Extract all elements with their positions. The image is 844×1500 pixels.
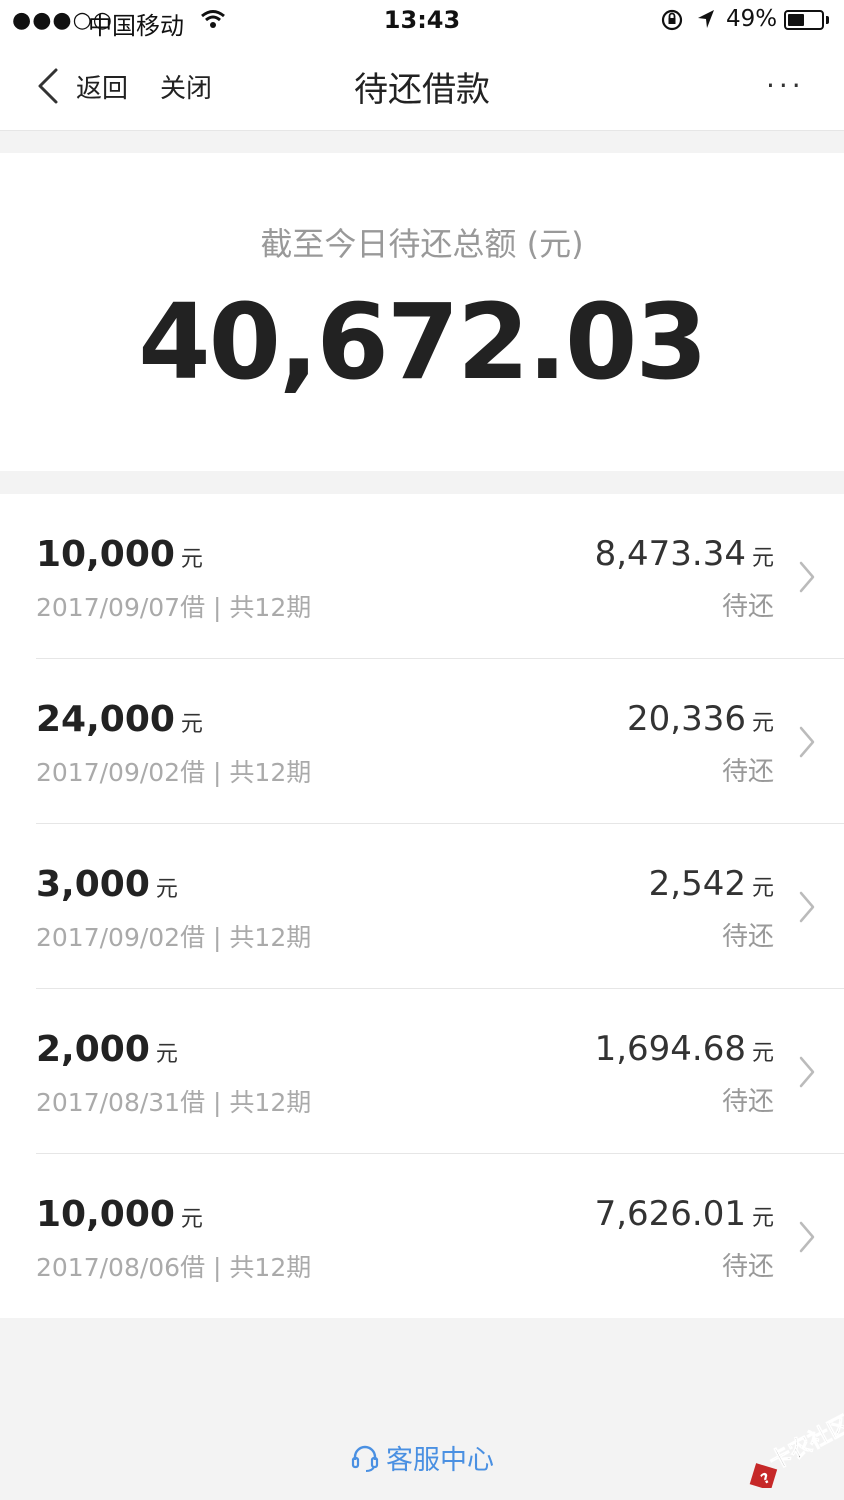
chevron-right-icon [798, 1220, 816, 1258]
loan-date-term: 2017/09/07借 | 共12期 [36, 593, 312, 622]
battery-percent: 49% [726, 6, 778, 32]
loan-amount: 10,000 元 [36, 1194, 203, 1235]
navigation-bar: 返回 关闭 待还借款 ··· [0, 44, 844, 131]
more-options-button[interactable]: ··· [766, 72, 805, 100]
currency-unit: 元 [751, 546, 774, 571]
loan-item[interactable]: 2,000 元 2017/08/31借 | 共12期 1,694.68 元 待还 [0, 989, 844, 1154]
loan-item[interactable]: 10,000 元 2017/08/06借 | 共12期 7,626.01 元 待还 [0, 1154, 844, 1319]
watermark-logo: ? 卡农社区 [736, 1408, 844, 1491]
currency-unit: 元 [180, 547, 203, 572]
chevron-right-icon [798, 1055, 816, 1093]
loan-amount: 3,000 元 [36, 864, 178, 905]
loan-item[interactable]: 24,000 元 2017/09/02借 | 共12期 20,336 元 待还 [0, 659, 844, 824]
repayment-status: 待还 [721, 757, 774, 787]
chevron-right-icon [798, 890, 816, 928]
currency-unit: 元 [155, 1042, 178, 1067]
currency-unit: 元 [751, 1041, 774, 1066]
headset-icon [350, 1444, 380, 1479]
clock: 13:43 [383, 6, 461, 34]
chevron-right-icon [798, 725, 816, 763]
loan-item[interactable]: 3,000 元 2017/09/02借 | 共12期 2,542 元 待还 [0, 824, 844, 989]
total-label: 截至今日待还总额 (元) [260, 225, 584, 263]
loan-item[interactable]: 10,000 元 2017/09/07借 | 共12期 8,473.34 元 待还 [0, 494, 844, 659]
loan-list: 10,000 元 2017/09/07借 | 共12期 8,473.34 元 待还 … [0, 494, 844, 1318]
loan-date-term: 2017/09/02借 | 共12期 [36, 923, 312, 952]
page-title: 待还借款 [354, 70, 490, 110]
status-bar: ●●●○○ 中国移动 13:43 49% [0, 0, 844, 44]
remaining-amount: 1,694.68 元 [594, 1029, 774, 1069]
battery-icon [784, 10, 824, 30]
repayment-status: 待还 [721, 922, 774, 952]
currency-unit: 元 [180, 712, 203, 737]
orientation-lock-icon [660, 8, 684, 36]
repayment-status: 待还 [721, 1252, 774, 1282]
location-icon [696, 8, 716, 34]
remaining-amount: 7,626.01 元 [594, 1194, 774, 1234]
customer-service-label: 客服中心 [386, 1445, 494, 1476]
currency-unit: 元 [180, 1207, 203, 1232]
repayment-status: 待还 [721, 592, 774, 622]
loan-amount: 2,000 元 [36, 1029, 178, 1070]
remaining-amount: 2,542 元 [648, 864, 774, 904]
battery-cap [826, 16, 829, 24]
total-amount: 40,672.03 [138, 281, 708, 403]
svg-text:卡农社区: 卡农社区 [765, 1411, 844, 1475]
currency-unit: 元 [751, 876, 774, 901]
summary-card: 截至今日待还总额 (元) 40,672.03 [0, 153, 844, 471]
loan-amount: 24,000 元 [36, 699, 203, 740]
loan-amount: 10,000 元 [36, 534, 203, 575]
loan-date-term: 2017/08/06借 | 共12期 [36, 1253, 312, 1282]
loan-date-term: 2017/09/02借 | 共12期 [36, 758, 312, 787]
chevron-right-icon [798, 560, 816, 598]
remaining-amount: 20,336 元 [627, 699, 774, 739]
remaining-amount: 8,473.34 元 [594, 534, 774, 574]
loan-date-term: 2017/08/31借 | 共12期 [36, 1088, 312, 1117]
repayment-status: 待还 [721, 1087, 774, 1117]
currency-unit: 元 [751, 711, 774, 736]
customer-service-link[interactable]: 客服中心 [0, 1438, 844, 1479]
currency-unit: 元 [751, 1206, 774, 1231]
currency-unit: 元 [155, 877, 178, 902]
